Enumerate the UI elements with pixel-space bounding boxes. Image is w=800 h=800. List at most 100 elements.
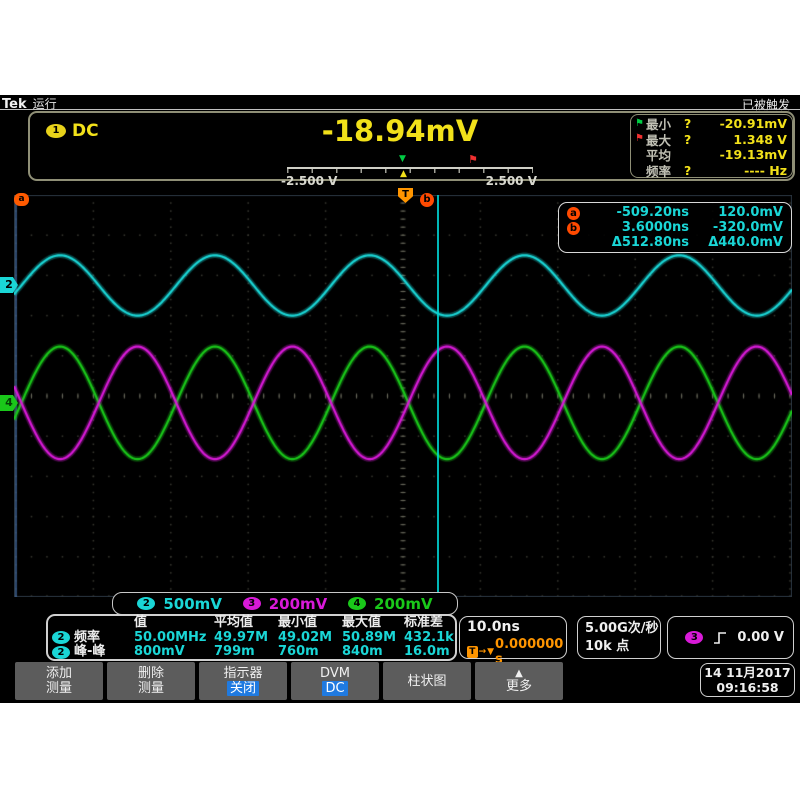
meas-corner bbox=[52, 616, 134, 631]
menu-indicators-button[interactable]: 指示器 关闭 bbox=[199, 662, 287, 700]
max-flag-icon: ⚑ bbox=[635, 134, 646, 144]
meas-row2-name: 峰-峰 bbox=[74, 645, 105, 660]
menu-add-line2: 测量 bbox=[46, 681, 72, 696]
dvm-scale-min-label: -2.500 V bbox=[281, 174, 337, 188]
trigger-t-icon: T bbox=[467, 646, 478, 658]
max-qualifier: ? bbox=[684, 132, 698, 147]
menu-delete-measurement-button[interactable]: 删除 测量 bbox=[107, 662, 195, 700]
cursor-b-time: 3.6000ns bbox=[589, 220, 689, 235]
meas-row2-mean: 799m bbox=[214, 645, 278, 660]
dvm-source: 1 DC bbox=[46, 121, 99, 141]
cursor-readout-box: a -509.20ns 120.0mV b 3.6000ns -320.0mV … bbox=[558, 202, 792, 253]
channel-3-scale-label: 200mV bbox=[269, 595, 328, 613]
meas-row1-stddev: 432.1k bbox=[404, 631, 456, 646]
cursor-delta-volt: Δ440.0mV bbox=[689, 235, 783, 250]
meas-header-mean: 平均值 bbox=[214, 616, 278, 631]
time-value: 09:16:58 bbox=[701, 680, 794, 695]
timebase-value: 10.0ns bbox=[467, 619, 566, 635]
cursor-a-offscreen-marker[interactable]: a bbox=[14, 193, 29, 206]
menu-histogram-label: 柱状图 bbox=[407, 674, 446, 689]
trigger-source-badge: 3 bbox=[685, 631, 703, 644]
cursor-b-row: b 3.6000ns -320.0mV bbox=[567, 220, 783, 235]
meas-row1-mean: 49.97M bbox=[214, 631, 278, 646]
dvm-mode-label: DC bbox=[72, 121, 99, 141]
dvm-value-marker-icon: ▲ bbox=[400, 170, 407, 179]
record-length: 10k 点 bbox=[585, 638, 660, 656]
acquisition-box: 5.00G次/秒 10k 点 bbox=[577, 616, 661, 659]
cursor-delta-row: Δ512.80ns Δ440.0mV bbox=[567, 235, 783, 250]
meas-row1-value: 50.00MHz bbox=[134, 631, 214, 646]
cursor-b-line[interactable] bbox=[437, 195, 439, 597]
channel-3-badge: 3 bbox=[243, 597, 261, 610]
menu-more-button[interactable]: ▲ 更多 bbox=[475, 662, 563, 700]
min-qualifier: ? bbox=[684, 116, 698, 131]
meas-row1-name: 频率 bbox=[74, 631, 100, 646]
channel-2-scale[interactable]: 2 500mV bbox=[137, 595, 222, 613]
meas-row2-label: 2 峰-峰 bbox=[52, 645, 134, 660]
meas-row1-channel-badge: 2 bbox=[52, 631, 70, 644]
dvm-reading: -18.94mV bbox=[250, 114, 550, 148]
menu-dvm-label: DVM bbox=[320, 666, 350, 681]
arrow-right-icon: → bbox=[479, 647, 487, 657]
cursor-delta-time: Δ512.80ns bbox=[589, 235, 689, 250]
dvm-readout-box: 1 DC -18.94mV ▼ ▲ ⚑ -2.500 V 2.500 V ⚑ 最… bbox=[28, 111, 795, 181]
max-value: 1.348 V bbox=[698, 132, 787, 147]
trigger-settings-box: 3 0.00 V bbox=[667, 616, 794, 659]
menu-delete-line2: 测量 bbox=[138, 681, 164, 696]
dvm-scale-ticks bbox=[287, 169, 533, 173]
channel-scale-bar: 2 500mV 3 200mV 4 200mV bbox=[112, 592, 458, 615]
menu-histogram-button[interactable]: 柱状图 bbox=[383, 662, 471, 700]
channel-4-scale-label: 200mV bbox=[374, 595, 433, 613]
freq-label: 频率 bbox=[646, 161, 684, 180]
min-value: -20.91mV bbox=[698, 116, 787, 131]
meas-header-max: 最大值 bbox=[342, 616, 404, 631]
meas-row2-max: 840m bbox=[342, 645, 404, 660]
cursor-b-marker[interactable]: b bbox=[420, 193, 434, 207]
trigger-level-value: 0.00 V bbox=[737, 630, 784, 645]
horizontal-settings-box: 10.0ns T → ▼ 0.000000 s bbox=[459, 616, 567, 659]
meas-row1-min: 49.02M bbox=[278, 631, 342, 646]
dvm-scale-max-label: 2.500 V bbox=[486, 174, 537, 188]
dvm-stats-box: ⚑ 最小 ? -20.91mV ⚑ 最大 ? 1.348 V 平均 -19.13… bbox=[630, 114, 793, 178]
dvm-max-flag-icon: ⚑ bbox=[468, 155, 478, 164]
menu-add-measurement-button[interactable]: 添加 测量 bbox=[15, 662, 103, 700]
menu-delete-line1: 删除 bbox=[138, 666, 164, 681]
datetime-box: 14 11月2017 09:16:58 bbox=[700, 663, 795, 697]
cursor-a-volt: 120.0mV bbox=[689, 205, 783, 220]
min-flag-icon: ⚑ bbox=[635, 119, 646, 129]
oscilloscope-screen: Tek运行 已被触发 1 DC -18.94mV ▼ ▲ ⚑ -2.500 V … bbox=[0, 95, 800, 703]
channel-2-badge: 2 bbox=[137, 597, 155, 610]
cursor-a-time: -509.20ns bbox=[589, 205, 689, 220]
date-value: 14 11月2017 bbox=[701, 665, 794, 680]
meas-header-value: 值 bbox=[134, 616, 214, 631]
freq-qualifier: ? bbox=[684, 163, 698, 178]
meas-header-stddev: 标准差 bbox=[404, 616, 456, 631]
menu-add-line1: 添加 bbox=[46, 666, 72, 681]
triangle-down-icon: ▼ bbox=[487, 647, 494, 657]
channel-1-badge: 1 bbox=[46, 124, 66, 138]
more-arrow-icon: ▲ bbox=[515, 669, 523, 679]
cursor-b-badge: b bbox=[567, 222, 580, 235]
meas-row2-value: 800mV bbox=[134, 645, 214, 660]
rising-edge-icon bbox=[713, 631, 727, 645]
channel-3-scale[interactable]: 3 200mV bbox=[243, 595, 328, 613]
channel-4-scale[interactable]: 4 200mV bbox=[348, 595, 433, 613]
sample-rate: 5.00G次/秒 bbox=[585, 620, 660, 638]
menu-more-label: 更多 bbox=[506, 679, 532, 694]
dvm-stat-freq: 频率 ? ---- Hz bbox=[635, 163, 787, 179]
meas-row1-label: 2 频率 bbox=[52, 631, 134, 646]
measurement-table: 值 平均值 最小值 最大值 标准差 2 频率 50.00MHz 49.97M 4… bbox=[46, 614, 457, 661]
channel-2-scale-label: 500mV bbox=[163, 595, 222, 613]
waveform-canvas bbox=[14, 195, 792, 597]
header-divider bbox=[0, 109, 800, 110]
freq-value: ---- Hz bbox=[698, 163, 787, 178]
meas-row1-max: 50.89M bbox=[342, 631, 404, 646]
channel-4-badge: 4 bbox=[348, 597, 366, 610]
dvm-scale: ▼ ▲ ⚑ -2.500 V 2.500 V bbox=[287, 155, 533, 179]
cursor-a-row: a -509.20ns 120.0mV bbox=[567, 205, 783, 220]
meas-row2-min: 760m bbox=[278, 645, 342, 660]
dvm-min-marker-icon: ▼ bbox=[399, 155, 406, 164]
cursor-b-volt: -320.0mV bbox=[689, 220, 783, 235]
menu-dvm-button[interactable]: DVM DC bbox=[291, 662, 379, 700]
menu-dvm-value: DC bbox=[322, 681, 347, 696]
